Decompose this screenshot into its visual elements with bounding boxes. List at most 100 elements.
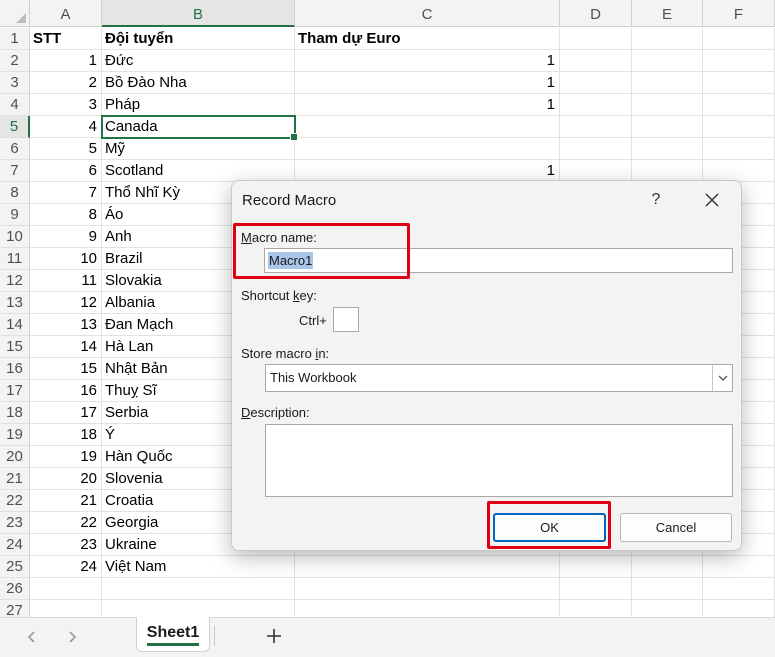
cell-a4[interactable]: 3 (30, 94, 102, 116)
cell-e1[interactable] (632, 28, 703, 50)
cell-f1[interactable] (703, 28, 775, 50)
row-header[interactable]: 18 (0, 402, 30, 424)
cell-a6[interactable]: 5 (30, 138, 102, 160)
cell-c3[interactable]: 1 (295, 72, 560, 94)
cancel-button[interactable]: Cancel (620, 513, 732, 542)
cell-f7[interactable] (703, 160, 775, 182)
cell-b1[interactable]: Đội tuyển (102, 28, 295, 50)
cell-c7[interactable]: 1 (295, 160, 560, 182)
cell-c5[interactable] (295, 116, 560, 138)
cell-c26[interactable] (295, 578, 560, 600)
cell-a11[interactable]: 10 (30, 248, 102, 270)
row-header[interactable]: 13 (0, 292, 30, 314)
row-header[interactable]: 9 (0, 204, 30, 226)
cell-a13[interactable]: 12 (30, 292, 102, 314)
row-header[interactable]: 3 (0, 72, 30, 94)
cell-d2[interactable] (560, 50, 632, 72)
cell-f5[interactable] (703, 116, 775, 138)
column-header-a[interactable]: A (30, 0, 102, 27)
cell-b2[interactable]: Đức (102, 50, 295, 72)
help-button[interactable]: ? (644, 187, 668, 213)
cell-a22[interactable]: 21 (30, 490, 102, 512)
cell-f3[interactable] (703, 72, 775, 94)
cell-f25[interactable] (703, 556, 775, 578)
sheet-tab-sheet1[interactable]: Sheet1 (136, 617, 210, 652)
row-header[interactable]: 2 (0, 50, 30, 72)
cell-a18[interactable]: 17 (30, 402, 102, 424)
cell-c1[interactable]: Tham dự Euro (295, 28, 560, 50)
row-header[interactable]: 20 (0, 446, 30, 468)
cell-c4[interactable]: 1 (295, 94, 560, 116)
macro-name-input[interactable]: Macro1 (264, 248, 733, 273)
row-header[interactable]: 25 (0, 556, 30, 578)
cell-c2[interactable]: 1 (295, 50, 560, 72)
cell-b7[interactable]: Scotland (102, 160, 295, 182)
row-header[interactable]: 26 (0, 578, 30, 600)
cell-a10[interactable]: 9 (30, 226, 102, 248)
column-header-c[interactable]: C (295, 0, 560, 27)
cell-c27[interactable] (295, 600, 560, 617)
cell-b27[interactable] (102, 600, 295, 617)
cell-a16[interactable]: 15 (30, 358, 102, 380)
chevron-left-icon[interactable] (22, 627, 42, 647)
cell-a9[interactable]: 8 (30, 204, 102, 226)
cell-a14[interactable]: 13 (30, 314, 102, 336)
chevron-down-icon[interactable] (712, 365, 732, 391)
cell-a23[interactable]: 22 (30, 512, 102, 534)
cell-a17[interactable]: 16 (30, 380, 102, 402)
row-header[interactable]: 11 (0, 248, 30, 270)
cell-d1[interactable] (560, 28, 632, 50)
cell-a3[interactable]: 2 (30, 72, 102, 94)
cell-b4[interactable]: Pháp (102, 94, 295, 116)
cell-e27[interactable] (632, 600, 703, 617)
column-header-e[interactable]: E (632, 0, 703, 27)
ok-button[interactable]: OK (493, 513, 606, 542)
row-header[interactable]: 10 (0, 226, 30, 248)
cell-a12[interactable]: 11 (30, 270, 102, 292)
row-header[interactable]: 1 (0, 28, 30, 50)
row-header[interactable]: 8 (0, 182, 30, 204)
row-header[interactable]: 6 (0, 138, 30, 160)
cell-e2[interactable] (632, 50, 703, 72)
chevron-right-icon[interactable] (62, 627, 82, 647)
row-header[interactable]: 21 (0, 468, 30, 490)
row-header[interactable]: 27 (0, 600, 30, 617)
cell-b6[interactable]: Mỹ (102, 138, 295, 160)
description-textarea[interactable] (265, 424, 733, 497)
cell-f4[interactable] (703, 94, 775, 116)
cell-e25[interactable] (632, 556, 703, 578)
cell-e3[interactable] (632, 72, 703, 94)
cell-a25[interactable]: 24 (30, 556, 102, 578)
cell-a5[interactable]: 4 (30, 116, 102, 138)
store-macro-select[interactable]: This Workbook (265, 364, 733, 392)
row-header[interactable]: 16 (0, 358, 30, 380)
cell-a26[interactable] (30, 578, 102, 600)
cell-a21[interactable]: 20 (30, 468, 102, 490)
cell-a8[interactable]: 7 (30, 182, 102, 204)
row-header[interactable]: 19 (0, 424, 30, 446)
cell-d3[interactable] (560, 72, 632, 94)
cell-d5[interactable] (560, 116, 632, 138)
column-header-d[interactable]: D (560, 0, 632, 27)
cell-f27[interactable] (703, 600, 775, 617)
cell-d26[interactable] (560, 578, 632, 600)
cell-f26[interactable] (703, 578, 775, 600)
row-header[interactable]: 17 (0, 380, 30, 402)
cell-c6[interactable] (295, 138, 560, 160)
plus-icon[interactable] (262, 623, 286, 649)
cell-b5[interactable]: Canada (102, 116, 295, 138)
cell-a19[interactable]: 18 (30, 424, 102, 446)
close-button[interactable] (699, 187, 725, 213)
row-header[interactable]: 14 (0, 314, 30, 336)
cell-d4[interactable] (560, 94, 632, 116)
cell-c25[interactable] (295, 556, 560, 578)
select-all-corner[interactable] (0, 0, 30, 27)
cell-a24[interactable]: 23 (30, 534, 102, 556)
cell-e6[interactable] (632, 138, 703, 160)
cell-d6[interactable] (560, 138, 632, 160)
cell-e5[interactable] (632, 116, 703, 138)
cell-a2[interactable]: 1 (30, 50, 102, 72)
cell-e26[interactable] (632, 578, 703, 600)
cell-a1[interactable]: STT (30, 28, 102, 50)
row-header[interactable]: 15 (0, 336, 30, 358)
